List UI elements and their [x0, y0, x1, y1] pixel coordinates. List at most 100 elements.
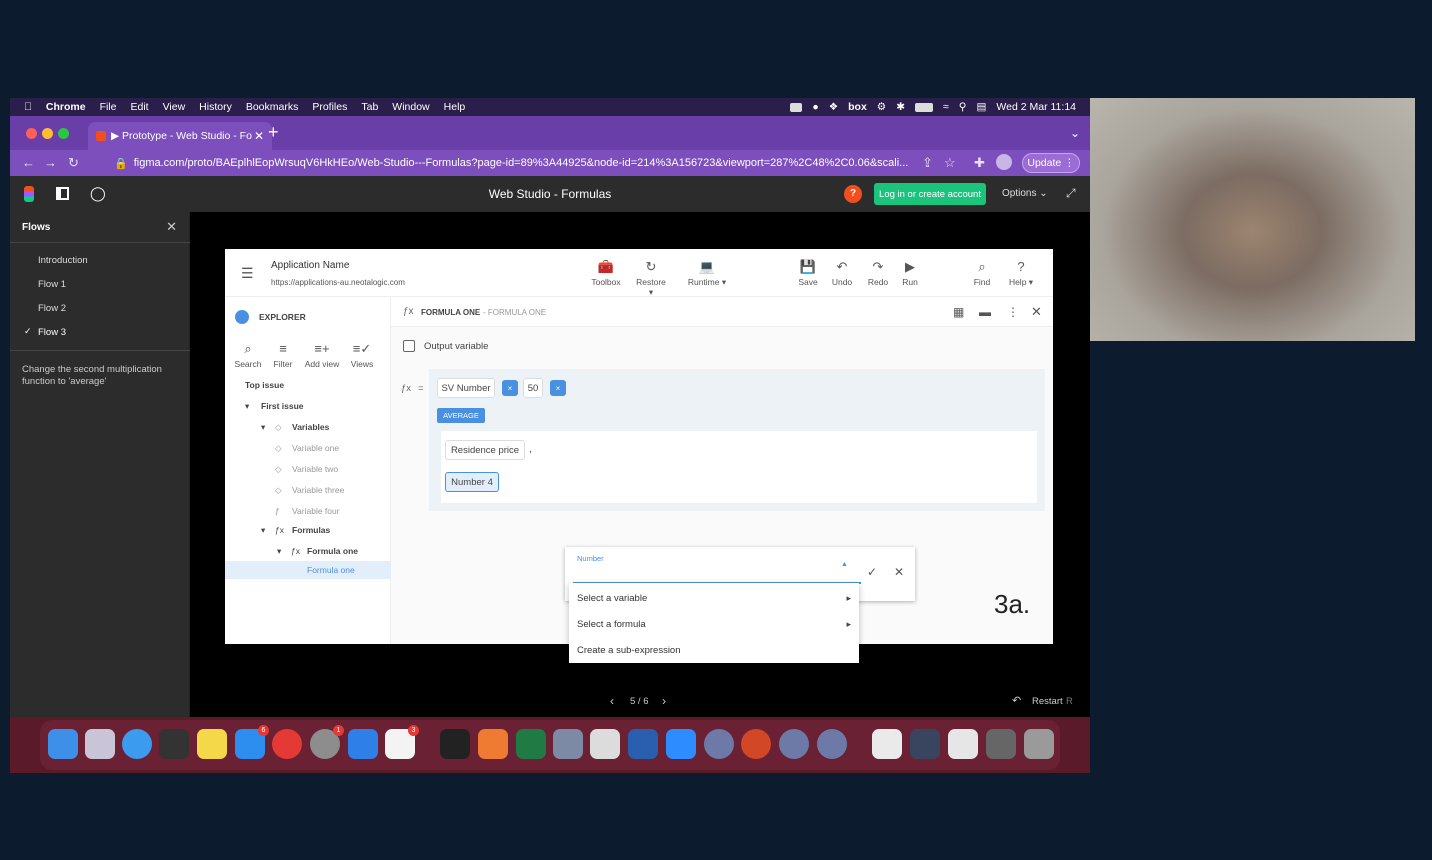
mic-status-icon[interactable]: ●: [812, 101, 818, 113]
menu-chrome[interactable]: Chrome: [46, 101, 86, 113]
tree-caret-icon[interactable]: ▾: [261, 422, 265, 433]
hamburger-menu-icon[interactable]: ☰: [241, 265, 254, 282]
tree-variable-one[interactable]: Variable one: [292, 443, 339, 453]
menu-create-subexpression[interactable]: Create a sub-expression: [577, 645, 681, 656]
system-preferences-icon[interactable]: 1: [310, 725, 344, 759]
login-button[interactable]: Log in or create account: [874, 183, 986, 205]
dropbox-icon[interactable]: [348, 729, 378, 759]
multiply-operator-2[interactable]: ×: [550, 380, 566, 396]
excel-icon[interactable]: [516, 729, 546, 759]
sublime-icon[interactable]: [159, 729, 189, 759]
textedit-icon[interactable]: [590, 729, 620, 759]
spotlight-icon[interactable]: ⚲: [959, 101, 967, 113]
help-button[interactable]: ?: [844, 185, 862, 203]
explorer-filter-button[interactable]: ≡ Filter: [271, 341, 295, 369]
zoom-icon[interactable]: [666, 729, 696, 759]
gear-app-icon[interactable]: [817, 729, 847, 759]
run-button[interactable]: ▶ Run: [899, 259, 921, 287]
grid-icon[interactable]: ▦: [953, 305, 964, 319]
documents-folder-icon[interactable]: [872, 729, 902, 759]
tree-top-issue[interactable]: Top issue: [245, 380, 284, 390]
close-icon[interactable]: ✕: [1031, 304, 1042, 320]
menubar-clock[interactable]: Wed 2 Mar 11:14: [996, 101, 1076, 113]
address-bar[interactable]: 🔒 figma.com/proto/BAEplhlEopWrsuqV6HkHEo…: [102, 153, 932, 173]
menu-select-formula[interactable]: Select a formula: [577, 619, 646, 630]
tree-formula-one-selected[interactable]: Formula one: [307, 565, 355, 575]
menu-profiles[interactable]: Profiles: [312, 101, 347, 113]
battery-icon[interactable]: [915, 102, 934, 112]
flow-item-introduction[interactable]: Introduction: [38, 255, 88, 266]
average-function-badge[interactable]: AVERAGE: [437, 408, 485, 423]
browser-tab-active[interactable]: ▶ Prototype - Web Studio - Fo ✕: [88, 122, 272, 150]
tab-search-chevron-icon[interactable]: ⌄: [1070, 126, 1080, 140]
box-status-icon[interactable]: box: [848, 101, 867, 113]
preview-icon[interactable]: [553, 729, 583, 759]
help-menu-button[interactable]: ? Help ▾: [1005, 259, 1037, 288]
menu-tab[interactable]: Tab: [361, 101, 378, 113]
new-tab-icon[interactable]: +: [268, 122, 279, 143]
reload-icon[interactable]: ↻: [68, 155, 79, 171]
terminal-icon[interactable]: [440, 729, 470, 759]
find-button[interactable]: ⌕ Find: [971, 259, 993, 287]
downloads-icon[interactable]: [948, 729, 978, 759]
menu-help[interactable]: Help: [444, 101, 466, 113]
close-tab-icon[interactable]: ✕: [254, 129, 264, 143]
app-store-icon[interactable]: 6: [235, 725, 269, 759]
tree-caret-icon[interactable]: ▾: [261, 525, 265, 536]
flow-item-2[interactable]: Flow 2: [38, 303, 66, 314]
menu-edit[interactable]: Edit: [130, 101, 148, 113]
back-icon[interactable]: ←: [22, 155, 35, 170]
forward-icon[interactable]: →: [44, 155, 57, 170]
bluetooth-icon[interactable]: ✱: [896, 101, 905, 113]
chrome-icon[interactable]: [272, 729, 302, 759]
extensions-icon[interactable]: ✚: [974, 155, 985, 171]
more-icon[interactable]: ⋮: [1007, 305, 1019, 319]
fullscreen-icon[interactable]: ⤢: [1066, 186, 1076, 201]
share-icon[interactable]: ⇪: [922, 155, 933, 171]
finder-icon[interactable]: [48, 729, 78, 759]
menu-history[interactable]: History: [199, 101, 232, 113]
runtime-button[interactable]: 💻 Runtime ▾: [687, 259, 727, 288]
wifi-icon[interactable]: ≈: [943, 101, 949, 113]
control-center-icon[interactable]: ▤: [977, 101, 987, 113]
dropbox-status-icon[interactable]: ❖: [829, 101, 838, 113]
tree-variable-two[interactable]: Variable two: [292, 464, 338, 474]
flow-item-1[interactable]: Flow 1: [38, 279, 66, 290]
tree-first-issue[interactable]: First issue: [261, 401, 304, 411]
tree-formulas[interactable]: Formulas: [292, 525, 330, 535]
explorer-add-view-button[interactable]: ≡+ Add view: [303, 341, 341, 369]
tree-variable-four[interactable]: Variable four: [292, 506, 340, 516]
flow-item-3[interactable]: Flow 3: [38, 327, 66, 338]
toolbox-button[interactable]: 🧰 Toolbox: [591, 259, 621, 287]
stack-icon[interactable]: [986, 729, 1016, 759]
restart-icon[interactable]: ↶: [1012, 694, 1021, 707]
menu-select-variable[interactable]: Select a variable: [577, 593, 647, 604]
maximize-window-button[interactable]: [58, 128, 69, 139]
notes-icon[interactable]: [197, 729, 227, 759]
close-window-button[interactable]: [26, 128, 37, 139]
gear-app-icon[interactable]: [779, 729, 809, 759]
caret-up-icon[interactable]: ▲: [841, 561, 848, 568]
explorer-search-button[interactable]: ⌕ Search: [233, 341, 263, 369]
tree-variables[interactable]: Variables: [292, 422, 329, 432]
update-button[interactable]: Update ⋮: [1022, 153, 1080, 173]
menu-bookmarks[interactable]: Bookmarks: [246, 101, 299, 113]
confirm-check-icon[interactable]: ✓: [867, 565, 877, 579]
save-button[interactable]: 💾 Save: [795, 259, 821, 287]
word-icon[interactable]: [628, 729, 658, 759]
options-button[interactable]: Options ⌄: [1002, 188, 1048, 199]
cancel-x-icon[interactable]: ✕: [894, 565, 904, 579]
tree-formula-one[interactable]: Formula one: [307, 546, 358, 556]
undo-button[interactable]: ↶ Undo: [829, 259, 855, 287]
tree-caret-icon[interactable]: ▾: [277, 546, 281, 557]
safari-icon[interactable]: [122, 729, 152, 759]
apple-menu-icon[interactable]: : [24, 101, 32, 113]
screenshot-icon[interactable]: [910, 729, 940, 759]
menu-window[interactable]: Window: [392, 101, 429, 113]
pen-app-icon[interactable]: [478, 729, 508, 759]
multiply-operator[interactable]: ×: [502, 380, 518, 396]
number-4-chip[interactable]: Number 4: [445, 472, 499, 492]
trash-icon[interactable]: [1024, 729, 1054, 759]
powerpoint-icon[interactable]: [741, 729, 771, 759]
restart-button[interactable]: Restart: [1032, 696, 1063, 707]
